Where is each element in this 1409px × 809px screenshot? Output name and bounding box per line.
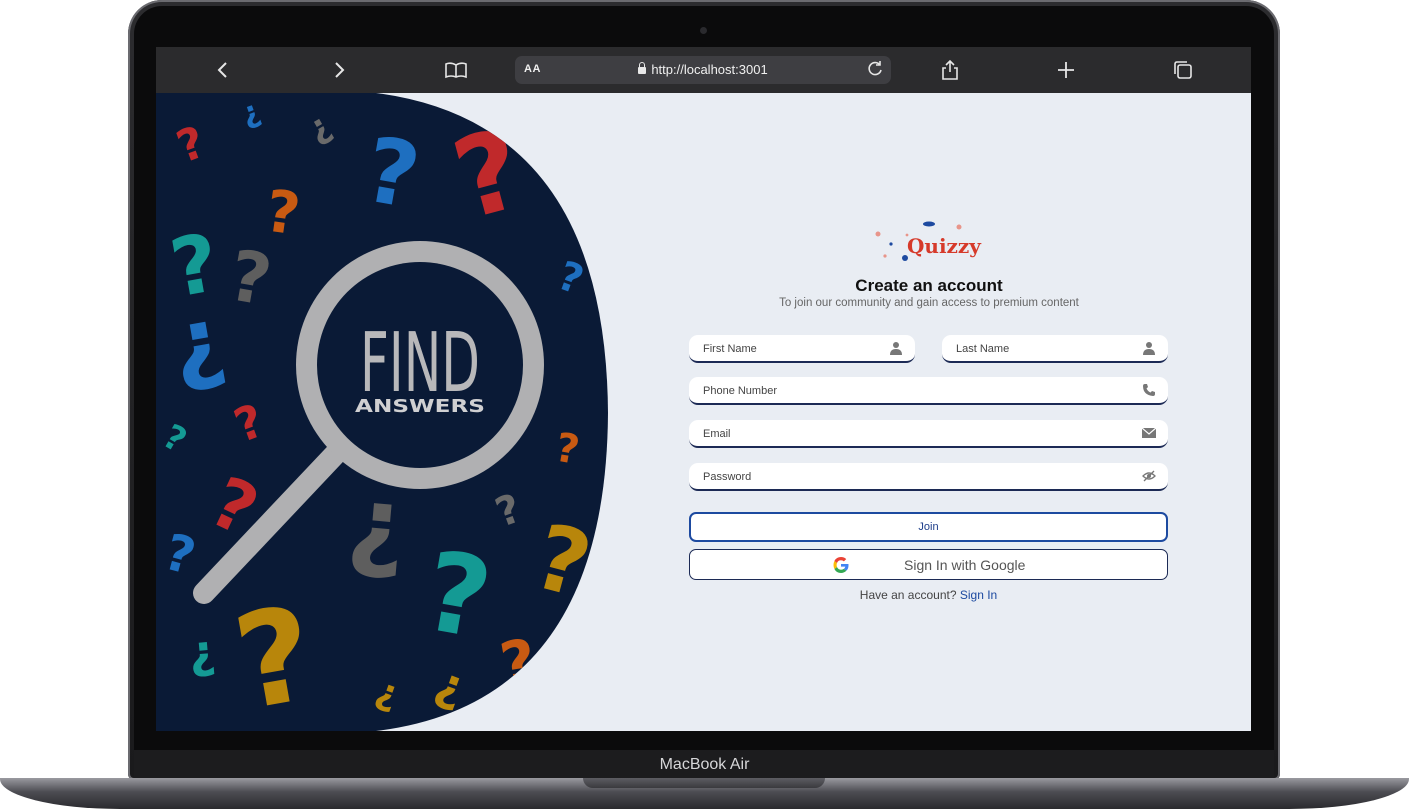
bookmarks-button[interactable] [441, 55, 471, 85]
quizzy-logo: Quizzy [875, 221, 982, 261]
google-sign-in-label: Sign In with Google [904, 557, 1026, 573]
google-icon [833, 557, 849, 573]
eye-slash-icon[interactable] [1142, 469, 1156, 483]
share-button[interactable] [935, 55, 965, 85]
sign-in-link[interactable]: Sign In [960, 588, 997, 602]
lock-icon [638, 62, 647, 74]
email-placeholder: Email [703, 428, 731, 440]
phone-icon [1143, 384, 1155, 396]
phone-number-placeholder: Phone Number [703, 385, 777, 397]
page-subtitle: To join our community and gain access to… [779, 297, 1079, 309]
phone-number-field[interactable]: Phone Number [689, 377, 1168, 405]
svg-text:?: ? [343, 477, 411, 599]
model-label: MacBook Air [659, 756, 750, 773]
join-button[interactable]: Join [689, 512, 1168, 542]
new-tab-button[interactable] [1051, 55, 1081, 85]
new-tab-icon [1058, 62, 1074, 78]
browser-screen: AA http://localhost:3001 ? ? ? ? ? ? ? ?… [156, 47, 1251, 731]
signup-page: ? ? ? ? ? ? ? ? ? ? ? ? ? ? ? ? ? ? ? ? … [156, 93, 1251, 731]
tabs-icon [1174, 61, 1192, 79]
laptop-notch [583, 778, 825, 788]
url-text: http://localhost:3001 [651, 62, 768, 77]
first-name-field[interactable]: First Name [689, 335, 915, 363]
have-account-text: Have an account? [859, 588, 957, 602]
find-answers-illustration: ? ? ? ? ? ? ? ? ? ? ? ? ? ? ? ? ? ? ? ? … [156, 93, 608, 731]
bookmarks-icon [445, 62, 467, 79]
address-bar[interactable]: AA http://localhost:3001 [515, 56, 891, 84]
user-icon [890, 342, 902, 355]
envelope-icon [1142, 427, 1156, 438]
back-button[interactable] [208, 55, 238, 85]
first-name-placeholder: First Name [703, 343, 757, 355]
user-icon [1143, 342, 1155, 355]
svg-text:?: ? [187, 630, 218, 686]
camera-dot [700, 27, 707, 34]
last-name-field[interactable]: Last Name [942, 335, 1168, 363]
page-title: Create an account [855, 276, 1003, 295]
have-account-line: Have an account? Sign In [156, 588, 1251, 602]
email-field[interactable]: Email [689, 420, 1168, 448]
reload-icon[interactable] [865, 59, 885, 79]
password-placeholder: Password [703, 471, 752, 483]
forward-button[interactable] [324, 55, 354, 85]
share-icon [942, 59, 958, 80]
logo-text: Quizzy [907, 234, 982, 258]
forward-icon [335, 62, 345, 78]
tabs-button[interactable] [1168, 55, 1198, 85]
password-field[interactable]: Password [689, 463, 1168, 491]
last-name-placeholder: Last Name [956, 343, 1010, 355]
google-sign-in-button[interactable]: Sign In with Google [689, 549, 1168, 580]
browser-toolbar: AA http://localhost:3001 [156, 47, 1251, 93]
answers-text: ANSWERS [355, 396, 485, 417]
back-icon [217, 62, 227, 78]
